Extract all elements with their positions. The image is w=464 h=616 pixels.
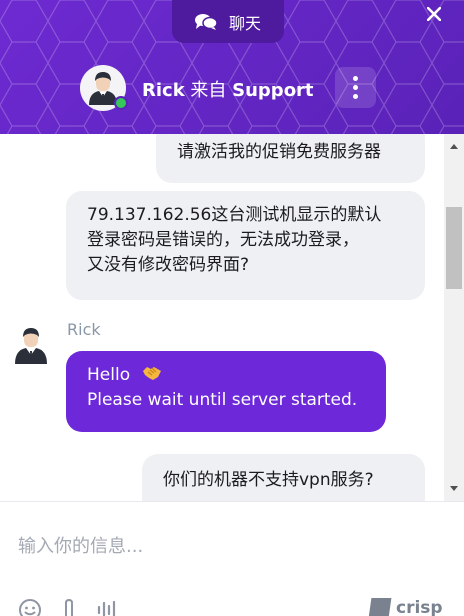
scroll-up-arrow-icon[interactable]: [450, 144, 458, 149]
crisp-logo-icon: [368, 598, 392, 616]
tab-chat[interactable]: 聊天: [172, 0, 284, 43]
online-status-dot: [114, 96, 128, 110]
handshake-emoji-icon: [142, 367, 161, 380]
agent-team: Support: [232, 80, 314, 101]
message-text: 请激活我的促销免费服务器: [177, 142, 381, 162]
chat-header: 聊天 Rick 来自 Support: [0, 0, 464, 134]
paperclip-icon[interactable]: [61, 598, 77, 616]
operator-message: Hello Please wait until server started.: [66, 351, 386, 432]
message-text: 79.137.162.56这台测试机显示的默认 登录密码是错误的，无法成功登录，…: [87, 205, 382, 275]
message-text: 你们的机器不支持vpn服务?: [163, 470, 374, 490]
brand-label: crisp: [396, 598, 443, 616]
scrollbar[interactable]: [444, 134, 464, 501]
user-message: 请激活我的促销免费服务器: [156, 134, 425, 183]
message-text: Hello: [87, 365, 131, 385]
tab-chat-label: 聊天: [228, 13, 261, 33]
scrollbar-thumb[interactable]: [446, 207, 462, 289]
audio-wave-icon[interactable]: [96, 598, 120, 616]
close-icon: [426, 6, 442, 22]
user-message: 79.137.162.56这台测试机显示的默认 登录密码是错误的，无法成功登录，…: [66, 191, 425, 300]
chat-bubbles-icon: [194, 13, 217, 30]
close-button[interactable]: [424, 6, 444, 26]
message-text-line2: Please wait until server started.: [87, 390, 358, 410]
scroll-down-arrow-icon[interactable]: [450, 486, 458, 491]
more-vertical-icon: [353, 76, 358, 81]
smile-icon[interactable]: [18, 598, 42, 616]
agent-from: 来自: [190, 80, 227, 101]
crisp-branding[interactable]: crisp: [368, 598, 443, 616]
message-composer: 输入你的信息... crisp: [0, 501, 464, 616]
agent-name: Rick: [142, 80, 185, 101]
more-options-button[interactable]: [335, 67, 376, 108]
message-input[interactable]: 输入你的信息...: [18, 532, 143, 558]
user-message: 你们的机器不支持vpn服务?: [142, 454, 425, 501]
agent-avatar: [80, 65, 128, 111]
agent-title: Rick 来自 Support: [142, 76, 314, 102]
message-list[interactable]: 请激活我的促销免费服务器 79.137.162.56这台测试机显示的默认 登录密…: [0, 134, 444, 501]
operator-name: Rick: [67, 320, 101, 339]
operator-avatar: [15, 328, 47, 364]
